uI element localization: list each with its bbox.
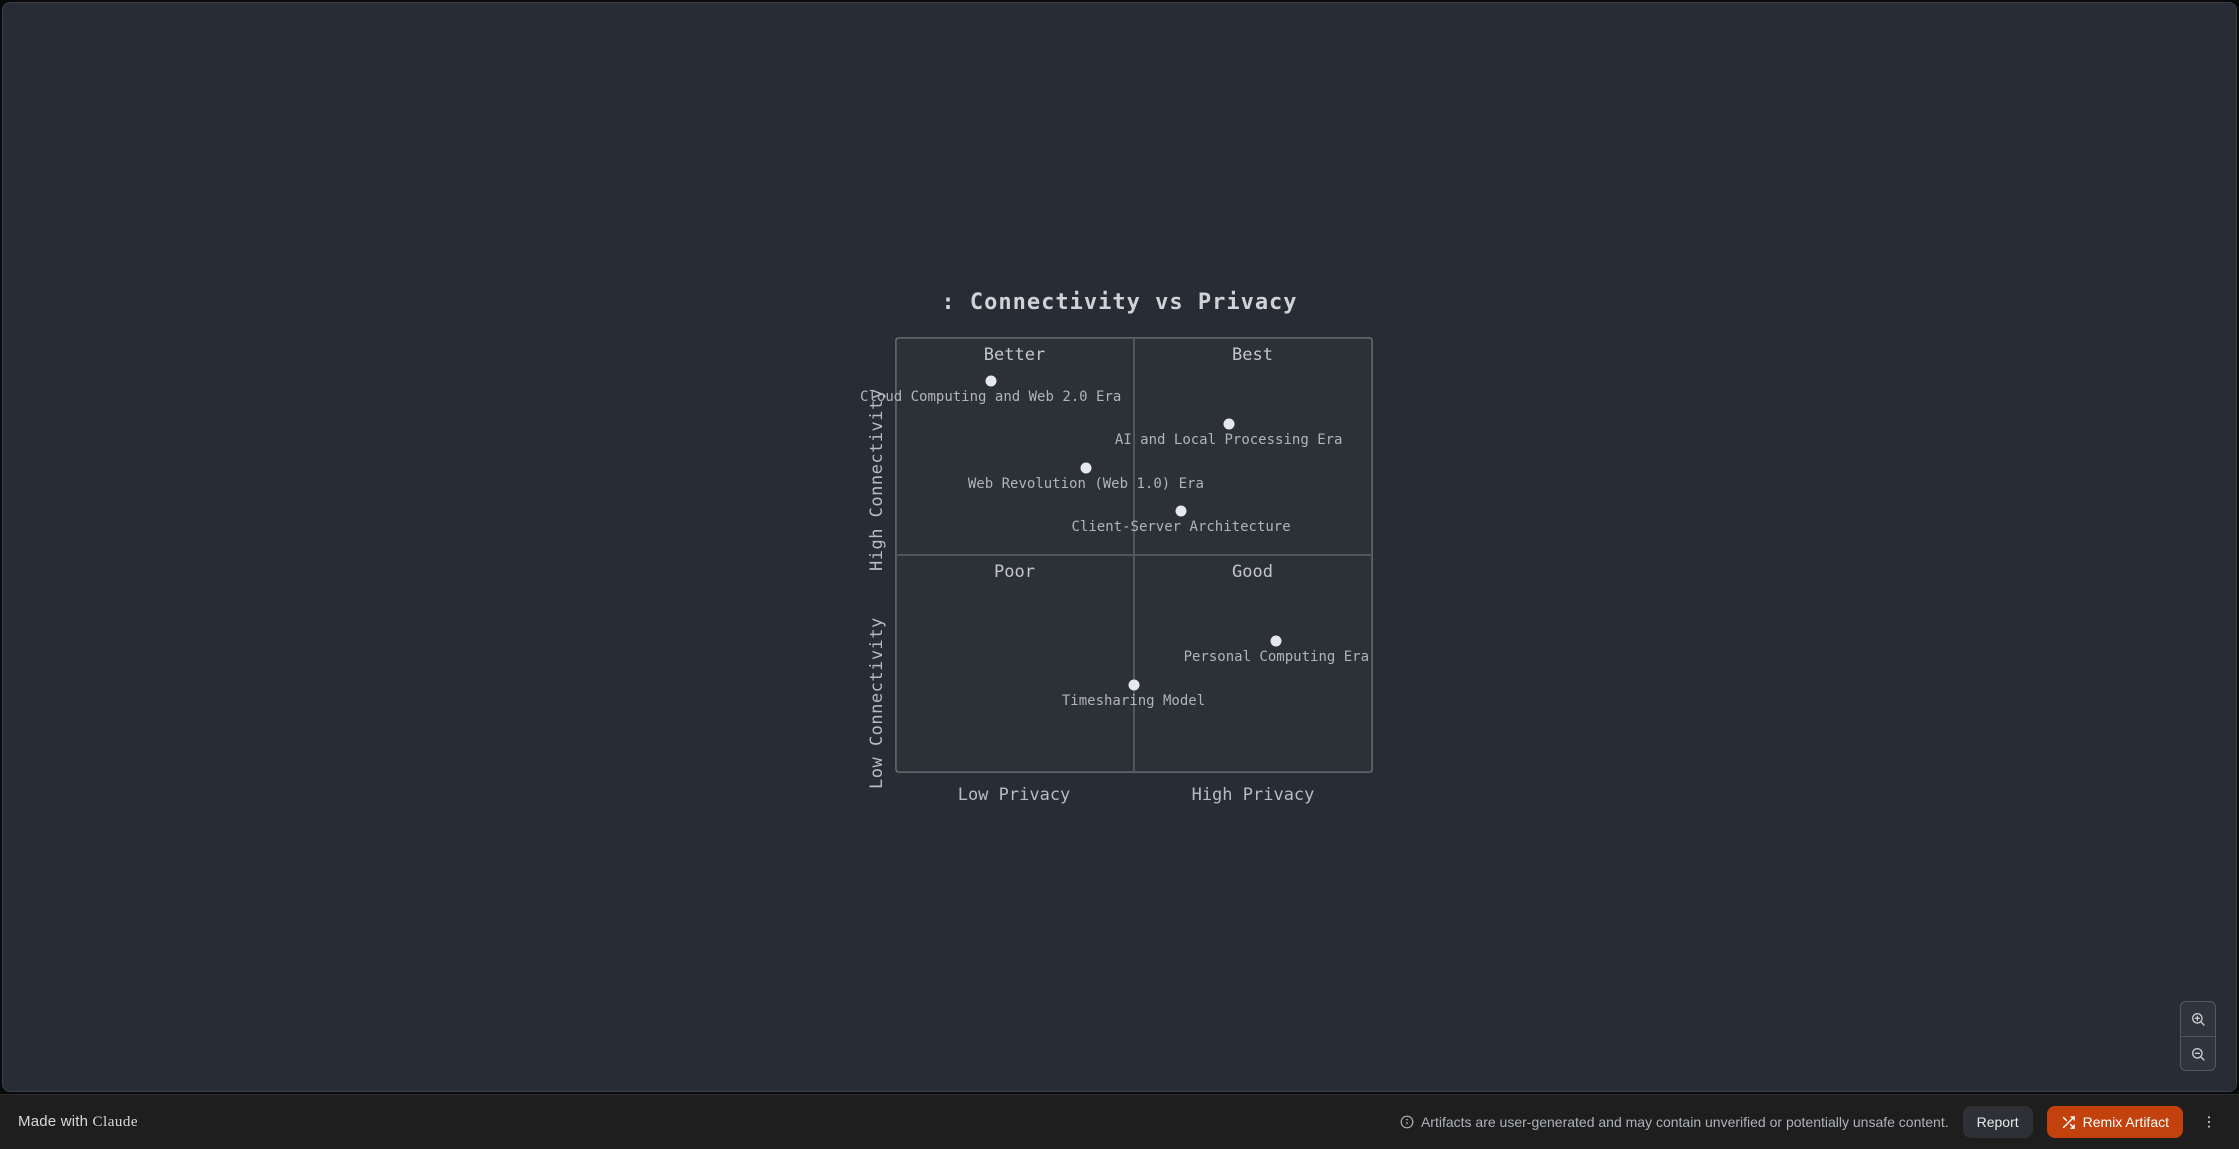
quadrant-chart: : Connectivity vs Privacy High Connectiv… [867,290,1373,805]
chart-title: : Connectivity vs Privacy [941,290,1297,315]
quadrant-top-left: Better [896,338,1134,555]
zoom-in-button[interactable] [2181,1002,2215,1036]
quadrant-label: Best [1232,345,1273,365]
shuffle-icon [2061,1115,2076,1130]
quadrant-label: Better [984,345,1045,365]
report-label: Report [1977,1114,2019,1130]
remix-artifact-button[interactable]: Remix Artifact [2047,1106,2183,1138]
zoom-out-icon [2190,1046,2206,1062]
remix-label: Remix Artifact [2083,1114,2169,1130]
more-options-button[interactable] [2197,1114,2221,1130]
made-with-claude[interactable]: Made with Claude [18,1113,138,1131]
report-button[interactable]: Report [1963,1106,2033,1138]
quadrant-bottom-left: Poor [896,555,1134,772]
quadrant-bottom-right: Good [1134,555,1372,772]
x-axis-label-low: Low Privacy [895,785,1134,805]
y-axis: High Connectivity Low Connectivity [867,353,887,789]
y-axis-label-high: High Connectivity [867,353,887,571]
artifact-canvas: : Connectivity vs Privacy High Connectiv… [2,2,2237,1092]
made-with-prefix: Made with [18,1113,93,1130]
notice-text: Artifacts are user-generated and may con… [1421,1114,1949,1130]
brand-name: Claude [93,1114,139,1130]
safety-notice: Artifacts are user-generated and may con… [1400,1114,1949,1130]
x-axis: Low Privacy High Privacy [895,785,1373,805]
quadrant-top-right: Best [1134,338,1372,555]
quadrant-label: Good [1232,562,1273,582]
zoom-controls [2180,1001,2216,1071]
x-axis-label-high: High Privacy [1134,785,1373,805]
zoom-in-icon [2190,1011,2206,1027]
zoom-out-button[interactable] [2181,1036,2215,1070]
info-icon [1400,1115,1415,1130]
y-axis-label-low: Low Connectivity [867,571,887,789]
quadrant-label: Poor [994,562,1035,582]
footer-bar: Made with Claude Artifacts are user-gene… [0,1094,2239,1149]
quadrant-grid: Better Best Poor Good Cloud Computing an… [895,337,1373,773]
kebab-icon [2201,1114,2217,1130]
